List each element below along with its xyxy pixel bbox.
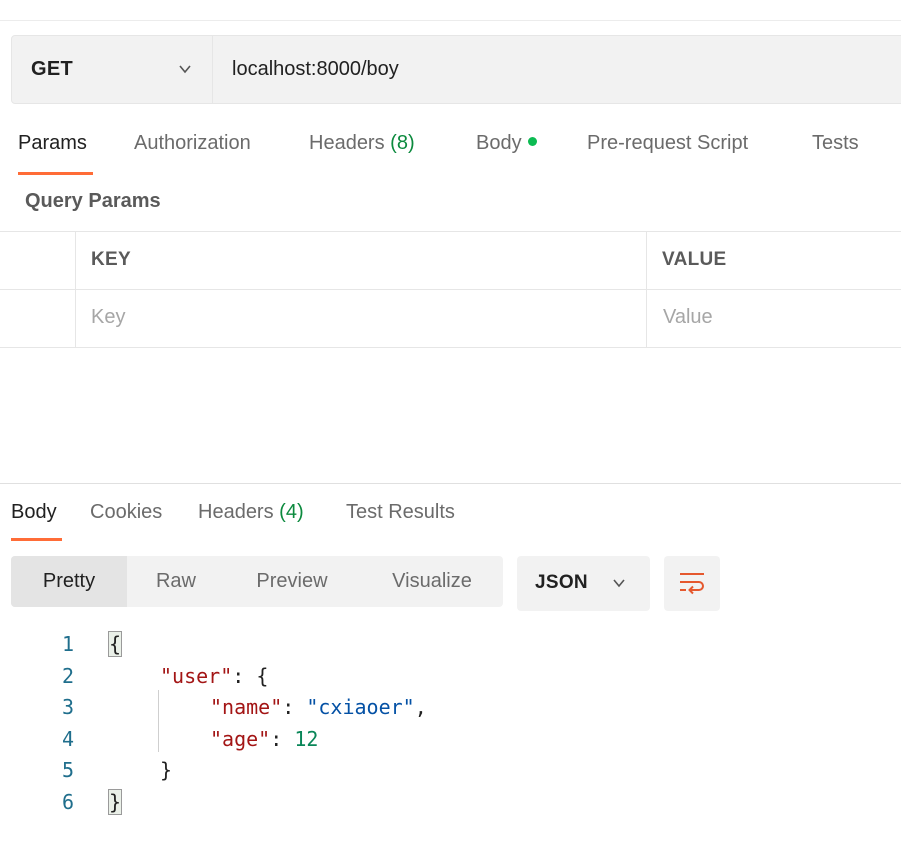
chevron-down-icon — [179, 65, 191, 74]
json-key: "name" — [210, 695, 283, 719]
line-number: 6 — [61, 790, 74, 814]
code-line: "age": 12 — [210, 727, 319, 751]
matched-brace: } — [107, 789, 123, 815]
tab-params[interactable]: Params — [18, 132, 87, 155]
json-key: "age" — [210, 727, 271, 751]
tab-label: Pre-request Script — [587, 132, 749, 154]
tab-tests[interactable]: Tests — [812, 132, 859, 155]
tab-label: Params — [18, 132, 87, 154]
tab-label: Tests — [812, 132, 859, 154]
json-brace: } — [160, 758, 173, 782]
code-line: } — [107, 789, 123, 815]
code-line: "name": "cxiaoer", — [210, 695, 427, 719]
wrap-lines-icon — [680, 573, 704, 595]
tab-label: Authorization — [134, 132, 251, 154]
body-indicator-dot — [527, 137, 537, 147]
method-label: GET — [31, 58, 74, 80]
key-column-header: KEY — [91, 249, 131, 270]
url-input[interactable]: localhost:8000/boy — [232, 58, 399, 81]
tab-label: Headers — [198, 501, 274, 523]
chevron-down-icon — [613, 579, 625, 588]
tab-label: Body — [476, 132, 522, 154]
param-value-input[interactable] — [663, 293, 893, 341]
query-params-table: KEY VALUE — [0, 231, 901, 348]
tab-response-headers[interactable]: Headers (4) — [198, 501, 304, 524]
response-body-viewer[interactable]: 1 2 3 4 5 6 { "user": { "name": "cxiaoer… — [0, 628, 901, 838]
view-pretty-button[interactable]: Pretty — [11, 556, 127, 607]
line-number: 2 — [61, 664, 74, 688]
request-bar: GET localhost:8000/boy — [11, 35, 901, 104]
param-key-input[interactable] — [91, 293, 631, 341]
active-tab-underline — [11, 538, 62, 541]
line-number: 3 — [61, 695, 74, 719]
tab-test-results[interactable]: Test Results — [346, 501, 455, 524]
code-line: "user": { — [160, 664, 269, 688]
line-number: 1 — [61, 632, 74, 656]
view-preview-button[interactable]: Preview — [236, 556, 348, 607]
tab-label: Cookies — [90, 501, 163, 523]
top-divider — [0, 20, 901, 21]
query-params-title: Query Params — [25, 190, 161, 212]
table-border — [0, 347, 901, 348]
tab-label: Headers — [309, 132, 385, 154]
tab-response-body[interactable]: Body — [11, 501, 57, 524]
line-number: 4 — [61, 727, 74, 751]
column-divider — [646, 231, 647, 348]
table-border — [0, 231, 901, 232]
headers-count: (8) — [390, 132, 415, 154]
column-divider — [75, 231, 76, 348]
tab-body[interactable]: Body — [476, 132, 537, 155]
method-select[interactable]: GET — [12, 36, 213, 103]
response-headers-count: (4) — [279, 501, 304, 523]
response-tabs: Body Cookies Headers (4) Test Results — [0, 497, 901, 545]
format-select[interactable]: JSON — [517, 556, 650, 611]
request-tabs: Params Authorization Headers (8) Body Pr… — [0, 128, 901, 176]
tab-label: Body — [11, 501, 57, 523]
tab-headers[interactable]: Headers (8) — [309, 132, 415, 155]
active-tab-underline — [18, 172, 93, 175]
tab-authorization[interactable]: Authorization — [134, 132, 251, 155]
code-line: { — [107, 631, 123, 657]
table-border — [0, 289, 901, 290]
line-number: 5 — [61, 758, 74, 782]
json-key: "user" — [160, 664, 233, 688]
format-label: JSON — [535, 572, 588, 593]
value-column-header: VALUE — [662, 249, 727, 270]
matched-brace: { — [107, 631, 123, 657]
pane-divider[interactable] — [0, 483, 901, 484]
wrap-lines-button[interactable] — [664, 556, 720, 611]
indent-guide — [158, 690, 159, 752]
tab-pre-request-script[interactable]: Pre-request Script — [587, 132, 748, 155]
view-raw-button[interactable]: Raw — [127, 556, 225, 607]
json-brace: { — [256, 664, 269, 688]
json-string-value: "cxiaoer" — [306, 695, 415, 719]
code-line: } — [160, 758, 172, 782]
view-visualize-button[interactable]: Visualize — [370, 556, 494, 607]
view-mode-group: Pretty Raw Preview Visualize — [11, 556, 503, 607]
json-number-value: 12 — [294, 727, 319, 751]
tab-cookies[interactable]: Cookies — [90, 501, 162, 524]
tab-label: Test Results — [346, 501, 455, 523]
